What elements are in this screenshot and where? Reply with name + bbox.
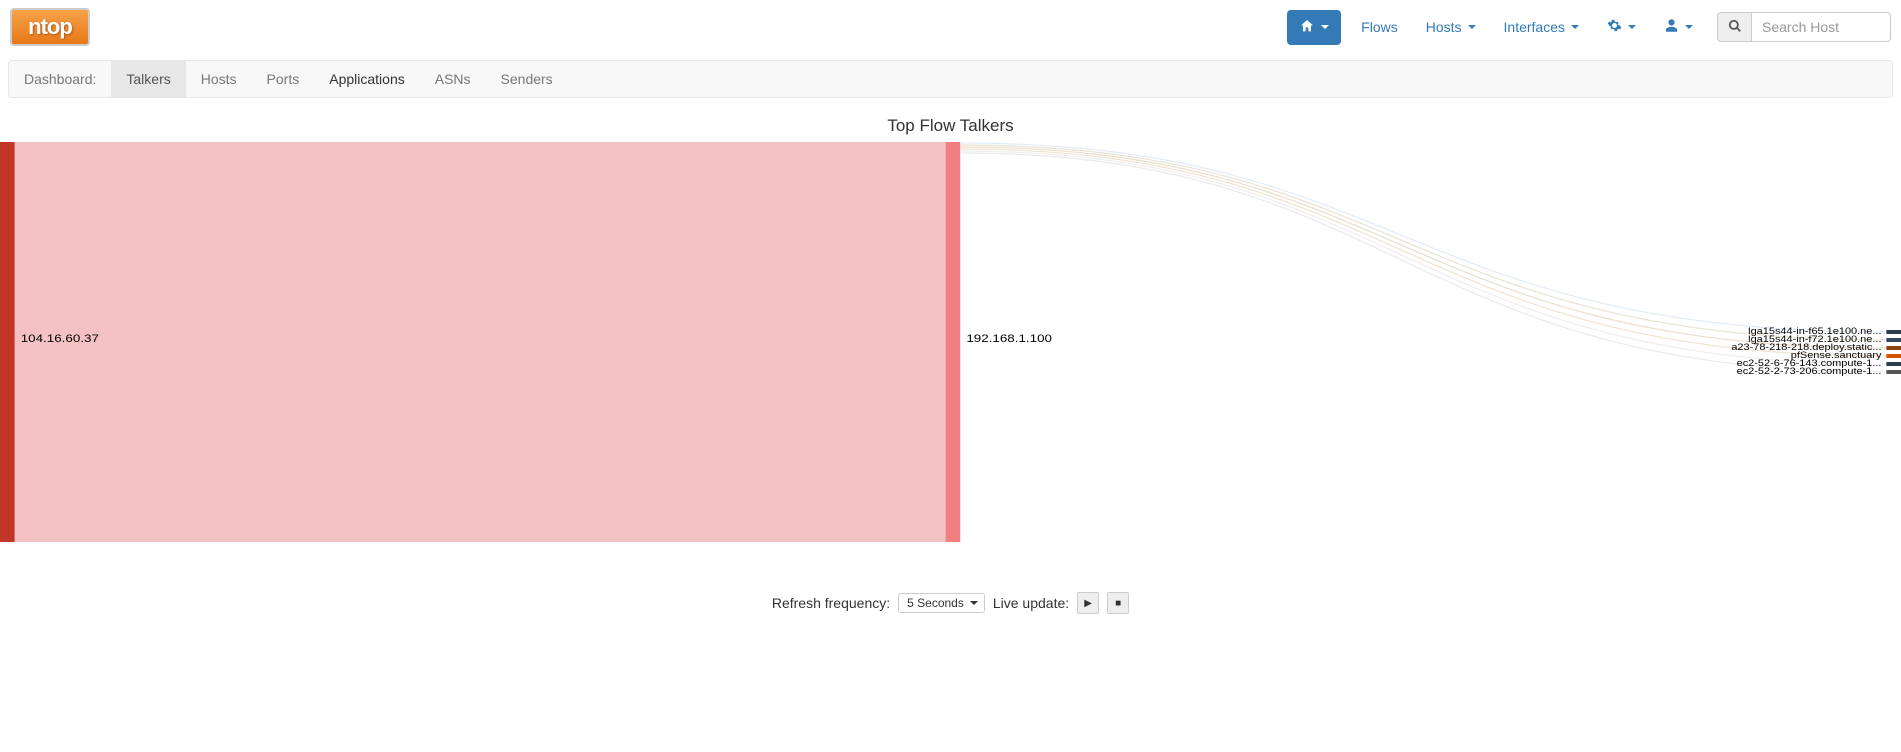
sankey-node-right[interactable] <box>1886 346 1901 350</box>
sankey-link-small <box>960 143 1886 332</box>
dashboard-subnav: Dashboard: Talkers Hosts Ports Applicati… <box>8 60 1893 98</box>
sankey-node-right[interactable] <box>1886 370 1901 374</box>
sankey-node-left[interactable] <box>0 142 15 542</box>
user-icon <box>1664 18 1679 36</box>
sankey-link-small <box>960 145 1886 340</box>
search-icon <box>1728 19 1742 36</box>
nav-flows[interactable]: Flows <box>1347 9 1412 45</box>
sankey-node-right[interactable] <box>1886 338 1901 342</box>
play-icon: ▶ <box>1084 598 1092 609</box>
sankey-node-right[interactable] <box>1886 354 1901 358</box>
live-update-stop-button[interactable]: ■ <box>1107 592 1129 614</box>
nav-settings[interactable] <box>1593 8 1650 46</box>
nav-interfaces-label: Interfaces <box>1504 19 1565 35</box>
chart-title: Top Flow Talkers <box>0 116 1901 136</box>
stop-icon: ■ <box>1115 598 1121 609</box>
caret-down-icon <box>970 601 978 605</box>
subnav-hosts[interactable]: Hosts <box>186 61 252 97</box>
nav-home[interactable] <box>1287 10 1341 45</box>
subnav-applications[interactable]: Applications <box>314 61 420 97</box>
sankey-link-main <box>15 142 946 542</box>
caret-down-icon <box>1685 25 1693 29</box>
refresh-frequency-select[interactable]: 5 Seconds <box>898 593 985 613</box>
sankey-labels-right: lga15s44-in-f65.1e100.ne...lga15s44-in-f… <box>1731 327 1881 377</box>
nav-user[interactable] <box>1650 8 1707 46</box>
gear-icon <box>1607 18 1622 36</box>
search-input[interactable] <box>1751 12 1891 42</box>
sankey-link-small <box>960 147 1886 348</box>
sankey-label-middle: 192.168.1.100 <box>966 332 1052 345</box>
subnav-talkers[interactable]: Talkers <box>111 61 185 97</box>
nav-hosts[interactable]: Hosts <box>1412 9 1490 45</box>
caret-down-icon <box>1468 25 1476 29</box>
brand-logo[interactable]: ntop <box>10 8 90 46</box>
sankey-node-right[interactable] <box>1886 362 1901 366</box>
nav-interfaces[interactable]: Interfaces <box>1490 9 1593 45</box>
sankey-link-small <box>960 149 1886 356</box>
caret-down-icon <box>1321 25 1329 29</box>
sankey-node-right[interactable] <box>1886 330 1901 334</box>
sankey-chart: 104.16.60.37 192.168.1.100 lga15s44-in-f… <box>0 142 1901 542</box>
sankey-label-left: 104.16.60.37 <box>21 332 99 345</box>
search-button[interactable] <box>1717 12 1751 42</box>
subnav-label: Dashboard: <box>9 61 111 97</box>
subnav-senders[interactable]: Senders <box>486 61 568 97</box>
caret-down-icon <box>1571 25 1579 29</box>
sankey-node-middle[interactable] <box>946 142 961 542</box>
subnav-asns[interactable]: ASNs <box>420 61 486 97</box>
refresh-frequency-value: 5 Seconds <box>907 596 964 610</box>
subnav-ports[interactable]: Ports <box>252 61 315 97</box>
sankey-nodes-right <box>1886 330 1901 374</box>
caret-down-icon <box>1628 25 1636 29</box>
refresh-frequency-label: Refresh frequency: <box>772 595 890 611</box>
sankey-label-right: ec2-52-2-73-206.compute-1... <box>1737 367 1882 377</box>
live-update-play-button[interactable]: ▶ <box>1077 592 1099 614</box>
live-update-label: Live update: <box>993 595 1069 611</box>
home-icon <box>1299 18 1315 37</box>
nav-hosts-label: Hosts <box>1426 19 1462 35</box>
